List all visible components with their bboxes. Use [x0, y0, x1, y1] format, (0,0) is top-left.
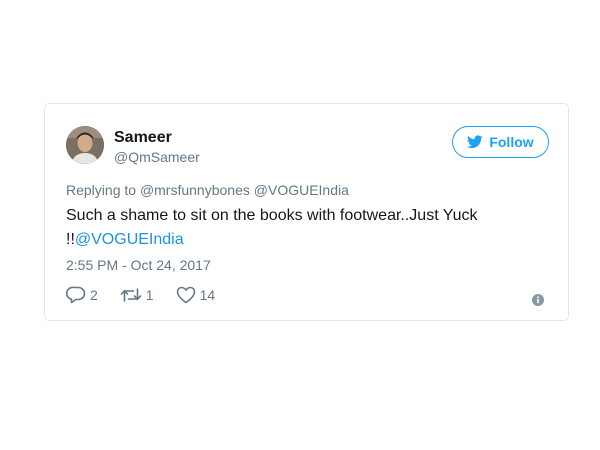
like-action[interactable]: 14 — [176, 286, 216, 304]
twitter-bird-icon — [467, 135, 484, 149]
like-count: 14 — [199, 287, 216, 303]
avatar-image — [66, 126, 104, 164]
action-bar: 2 1 14 — [66, 286, 237, 304]
retweet-count: 1 — [145, 287, 154, 303]
reply-mention-1[interactable]: @mrsfunnybones — [140, 182, 250, 198]
reply-icon — [66, 286, 86, 304]
reply-count: 2 — [90, 287, 98, 303]
retweet-icon — [120, 287, 142, 303]
reply-context: Replying to @mrsfunnybones @VOGUEIndia — [66, 182, 349, 198]
heart-icon — [176, 286, 196, 304]
reply-prefix: Replying to — [66, 182, 137, 198]
follow-button-label: Follow — [489, 134, 534, 150]
display-name[interactable]: Sameer — [114, 128, 200, 147]
tweet-card: Sameer @QmSameer Follow Replying to @mrs… — [44, 103, 569, 321]
tweet-text-line-1: Such a shame to sit on the books with fo… — [66, 207, 478, 224]
user-block: Sameer @QmSameer — [114, 128, 200, 166]
reply-action[interactable]: 2 — [66, 286, 98, 304]
user-handle[interactable]: @QmSameer — [114, 148, 200, 166]
avatar[interactable] — [66, 126, 104, 164]
tweet-mention-link[interactable]: @VOGUEIndia — [75, 231, 184, 248]
tweet-text-prefix: !! — [66, 231, 75, 248]
info-icon[interactable] — [532, 293, 544, 306]
tweet-text: Such a shame to sit on the books with fo… — [66, 204, 536, 252]
retweet-action[interactable]: 1 — [120, 287, 154, 303]
reply-mention-2[interactable]: @VOGUEIndia — [254, 182, 349, 198]
timestamp[interactable]: 2:55 PM - Oct 24, 2017 — [66, 257, 211, 273]
follow-button[interactable]: Follow — [452, 126, 549, 158]
